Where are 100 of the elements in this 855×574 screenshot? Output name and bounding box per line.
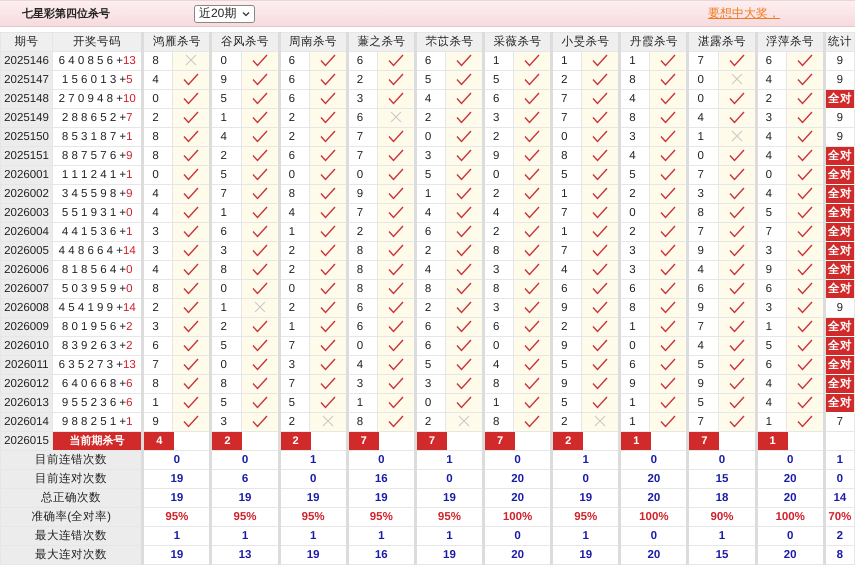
pick-badge: 1 xyxy=(759,432,788,450)
draw-numbers: 5 0 3 9 5 9 + xyxy=(62,282,126,294)
pick-badge: 7 xyxy=(486,432,516,450)
period-cell: 2026006 xyxy=(0,260,53,280)
table-cell: 95% xyxy=(142,508,211,526)
period-cell: 2025150 xyxy=(0,128,53,146)
pick-badge: 2 xyxy=(214,432,242,450)
period-cell: 2025146 xyxy=(0,52,53,70)
sum-value: 9 xyxy=(126,150,133,162)
table-cell: 0 xyxy=(347,450,416,470)
table-cell: 20 xyxy=(756,488,824,508)
period-cell: 2026009 xyxy=(0,318,53,336)
column-header: 采薇杀号 xyxy=(484,32,552,52)
table-cell: 1 xyxy=(279,450,348,470)
stat-cell: 全对 xyxy=(824,336,854,356)
stat-cell: 9 xyxy=(824,52,854,70)
period-cell: 2025149 xyxy=(0,108,53,128)
table-cell: 19 xyxy=(279,488,348,508)
row-label: 最大连对次数 xyxy=(0,546,143,564)
pick-badge: 7 xyxy=(690,432,720,450)
period-cell: 2025147 xyxy=(0,70,53,90)
table-cell: 19 xyxy=(347,488,416,508)
table-cell: 13 xyxy=(210,546,280,564)
table-cell: 19 xyxy=(142,488,211,508)
row-label: 目前连错次数 xyxy=(0,450,143,470)
draw-numbers: 3 4 5 5 9 8 + xyxy=(62,188,126,200)
sum-value: 2 xyxy=(126,340,133,352)
table-cell: 6 xyxy=(210,470,280,488)
period-cell: 2026014 xyxy=(0,412,53,432)
draw-numbers: 5 5 1 9 3 1 + xyxy=(62,206,126,218)
stat-cell: 7 xyxy=(824,412,854,432)
table-cell: 1 xyxy=(210,526,280,546)
column-header: 开奖号码 xyxy=(52,32,143,52)
table-cell: 19 xyxy=(415,488,484,508)
table-cell: 16 xyxy=(347,470,416,488)
table-cell: 20 xyxy=(484,546,552,564)
period-cell: 2026010 xyxy=(0,336,53,356)
table-cell: 0 xyxy=(142,450,211,470)
draw-numbers: 6 4 0 8 5 6 + xyxy=(58,54,123,66)
table-cell: 19 xyxy=(210,488,280,508)
period-cell: 2026001 xyxy=(0,166,53,184)
table-cell: 1 xyxy=(142,526,211,546)
table-cell: 0 xyxy=(756,526,824,546)
column-header: 蒹之杀号 xyxy=(347,32,416,52)
stat-cell: 9 xyxy=(824,70,854,90)
stat-cell: 全对 xyxy=(824,394,854,412)
sum-value: 1 xyxy=(126,130,133,142)
draw-numbers: 4 5 4 1 9 9 + xyxy=(58,302,123,314)
table-cell: 90% xyxy=(688,508,756,526)
table-cell: 100% xyxy=(756,508,824,526)
table-cell: 14 xyxy=(824,488,854,508)
column-header: 湛露杀号 xyxy=(688,32,756,52)
table-cell: 95% xyxy=(347,508,416,526)
period-cell: 2026013 xyxy=(0,394,53,412)
sum-value: 0 xyxy=(126,206,133,218)
sum-value: 1 xyxy=(126,416,133,428)
draw-numbers: 8 0 1 9 5 6 + xyxy=(62,320,126,332)
table-cell: 0 xyxy=(688,450,756,470)
table-cell: 0 xyxy=(620,526,688,546)
table-cell: 20 xyxy=(620,546,688,564)
draw-numbers: 9 5 5 2 3 6 + xyxy=(62,396,126,408)
draw-numbers: 4 4 1 5 3 6 + xyxy=(62,226,126,238)
table-cell: 1 xyxy=(688,526,756,546)
period-cell: 2026007 xyxy=(0,280,53,298)
stat-cell: 全对 xyxy=(824,242,854,260)
stat-cell: 全对 xyxy=(824,204,854,222)
table-cell: 1 xyxy=(415,450,484,470)
table-cell: 19 xyxy=(552,546,620,564)
pick-badge: 1 xyxy=(622,432,652,450)
table-cell: 19 xyxy=(279,546,348,564)
draw-numbers: 6 4 0 6 6 8 + xyxy=(62,378,126,390)
sum-value: 13 xyxy=(122,54,136,66)
table-cell: 0 xyxy=(620,450,688,470)
table-cell: 1 xyxy=(347,526,416,546)
row-label: 最大连错次数 xyxy=(0,526,143,546)
period-cell: 2026003 xyxy=(0,204,53,222)
stat-cell: 全对 xyxy=(824,222,854,242)
pick-badge: 7 xyxy=(350,432,379,450)
table-cell: 1 xyxy=(824,450,854,470)
table-cell: 95% xyxy=(552,508,620,526)
table-cell: 19 xyxy=(415,546,484,564)
table-cell: 20 xyxy=(484,470,552,488)
sum-value: 10 xyxy=(122,92,136,104)
table-cell: 19 xyxy=(142,470,211,488)
column-header: 鸿雁杀号 xyxy=(142,32,211,52)
table-cell: 0 xyxy=(484,526,552,546)
sum-value: 9 xyxy=(126,188,133,200)
table-cell: 1 xyxy=(552,526,620,546)
table-cell: 1 xyxy=(279,526,348,546)
table-cell: 20 xyxy=(756,470,824,488)
sum-value: 7 xyxy=(126,112,133,124)
sum-value: 14 xyxy=(122,244,136,256)
sum-value: 13 xyxy=(122,358,136,370)
table-cell: 16 xyxy=(347,546,416,564)
sum-value: 6 xyxy=(126,396,133,408)
period-select[interactable]: 近20期 xyxy=(194,4,256,22)
column-header: 浮萍杀号 xyxy=(756,32,824,52)
table-cell: 100% xyxy=(620,508,688,526)
period-cell: 2025148 xyxy=(0,90,53,108)
draw-numbers: 8 8 7 5 7 6 + xyxy=(62,150,126,162)
